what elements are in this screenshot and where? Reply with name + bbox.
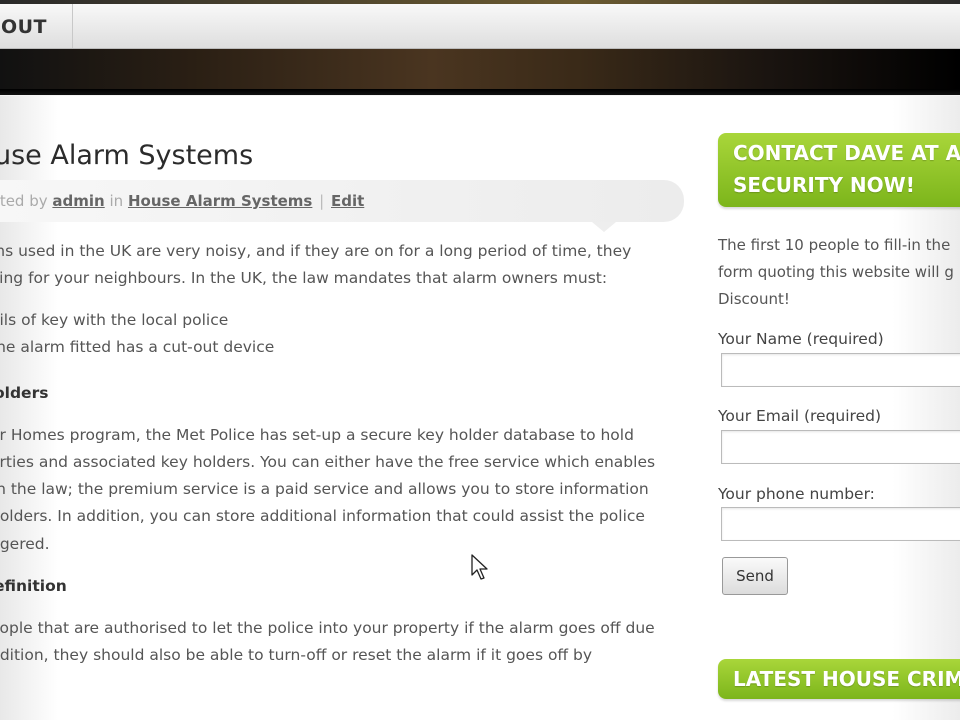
edit-link[interactable]: Edit — [331, 192, 364, 210]
post-meta: sted by admin in House Alarm Systems | E… — [0, 192, 364, 210]
nav-item-about[interactable]: BOUT — [0, 4, 73, 48]
name-label: Your Name (required) — [718, 330, 884, 348]
meta-in: in — [109, 192, 124, 210]
promo-line: Discount! — [718, 290, 790, 308]
paragraph-line: ddition, they should also be able to tur… — [0, 646, 593, 664]
paragraph-line: holders. In addition, you can store addi… — [0, 507, 645, 525]
meta-posted-by: sted by — [0, 192, 48, 210]
name-field[interactable] — [721, 353, 960, 387]
meta-separator: | — [319, 192, 325, 210]
header-banner — [0, 49, 960, 95]
promo-line: form quoting this website will g — [718, 263, 954, 281]
section-heading-definition: efinition — [0, 577, 67, 595]
author-link[interactable]: admin — [52, 192, 104, 210]
contact-title-line: CONTACT DAVE AT A — [733, 141, 960, 165]
email-field[interactable] — [721, 430, 960, 464]
paragraph-line: er Homes program, the Met Police has set… — [0, 426, 634, 444]
send-button[interactable]: Send — [722, 557, 788, 595]
paragraph-line: ggered. — [0, 535, 50, 553]
category-link[interactable]: House Alarm Systems — [128, 192, 312, 210]
list-item: ails of key with the local police — [0, 311, 229, 329]
list-item: the alarm fitted has a cut-out device — [0, 338, 275, 356]
email-label: Your Email (required) — [718, 407, 881, 425]
latest-title-text: LATEST HOUSE CRIM — [733, 667, 960, 691]
intro-line-2: ying for your neighbours. In the UK, the… — [0, 269, 608, 287]
phone-field[interactable] — [721, 507, 960, 541]
main-navigation: BOUT — [0, 4, 960, 49]
contact-widget-title: CONTACT DAVE AT A SECURITY NOW! — [718, 133, 960, 207]
meta-bar-pointer — [592, 222, 616, 232]
section-heading-keyholders: olders — [0, 384, 49, 402]
paragraph-line: eople that are authorised to let the pol… — [0, 619, 655, 637]
contact-title-line: SECURITY NOW! — [733, 173, 915, 197]
arrow-cursor-icon — [471, 554, 488, 580]
promo-line: The first 10 people to fill-in the — [718, 236, 951, 254]
paragraph-line: erties and associated key holders. You c… — [0, 453, 656, 471]
intro-line-1: ms used in the UK are very noisy, and if… — [0, 242, 632, 260]
post-title[interactable]: use Alarm Systems — [0, 140, 253, 171]
latest-crime-widget-title: LATEST HOUSE CRIM — [718, 659, 960, 699]
paragraph-line: th the law; the premium service is a pai… — [0, 480, 649, 498]
phone-label: Your phone number: — [718, 485, 875, 503]
